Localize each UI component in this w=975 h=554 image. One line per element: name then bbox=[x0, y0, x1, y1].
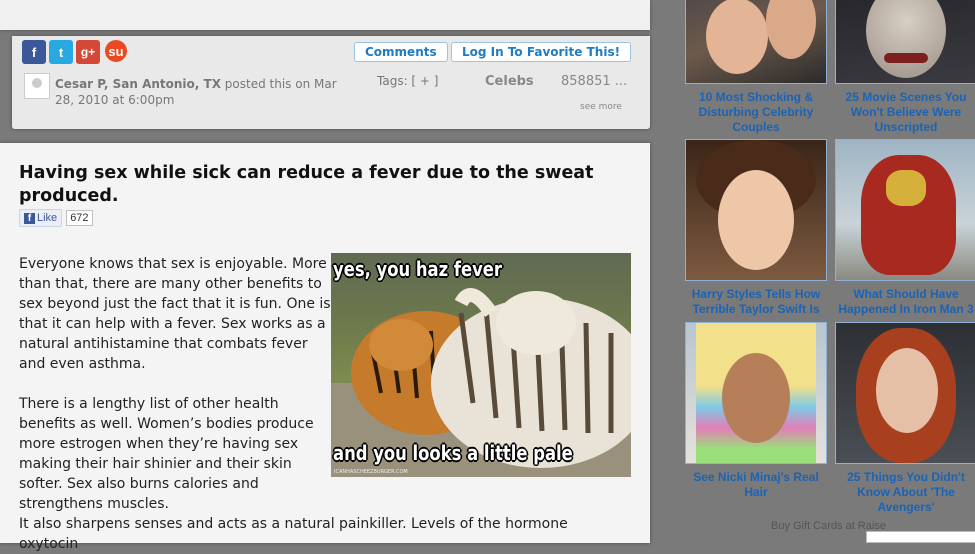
tile-caption[interactable]: See Nicki Minaj's Real Hair bbox=[685, 470, 827, 500]
category-link[interactable]: Celebs bbox=[485, 74, 534, 89]
face-shape bbox=[722, 353, 790, 443]
article-paragraph-1: Everyone knows that sex is enjoyable. Mo… bbox=[19, 256, 331, 372]
nicki-minaj-thumbnail[interactable] bbox=[685, 322, 827, 464]
mouth-shape bbox=[884, 53, 928, 63]
sidebar-tile-1[interactable]: 10 Most Shocking & Disturbing Celebrity … bbox=[685, 0, 827, 135]
article-paragraph-3: It also sharpens senses and acts as a na… bbox=[19, 516, 568, 552]
tile-caption[interactable]: 25 Things You Didn't Know About 'The Ave… bbox=[835, 470, 975, 515]
tile-caption[interactable]: 10 Most Shocking & Disturbing Celebrity … bbox=[685, 90, 827, 135]
meme-watermark: ICANHASCHEEZBURGER.COM bbox=[334, 469, 408, 475]
like-label: Like bbox=[37, 212, 58, 224]
stumbleupon-share-icon[interactable]: su bbox=[105, 40, 127, 62]
corner-widget[interactable] bbox=[866, 531, 975, 543]
like-button[interactable]: f Like bbox=[19, 209, 63, 227]
comments-button[interactable]: Comments bbox=[354, 42, 448, 62]
sidebar-tile-2[interactable]: 25 Movie Scenes You Won't Believe Were U… bbox=[835, 0, 975, 135]
facebook-like-widget: f Like 672 bbox=[19, 209, 93, 227]
meme-bottom-caption: and you looks a little pale bbox=[333, 441, 573, 465]
article-title: Having sex while sick can reduce a fever… bbox=[19, 163, 594, 206]
see-more-link[interactable]: see more bbox=[580, 102, 622, 112]
face-shape bbox=[876, 348, 938, 433]
joker-thumbnail[interactable] bbox=[835, 0, 975, 84]
facebook-share-icon[interactable]: f bbox=[22, 40, 46, 64]
sidebar-tile-5[interactable]: See Nicki Minaj's Real Hair bbox=[685, 322, 827, 500]
article-paragraph-2: There is a lengthy list of other health … bbox=[19, 396, 314, 512]
facebook-icon: f bbox=[24, 212, 35, 224]
tile-caption[interactable]: 25 Movie Scenes You Won't Believe Were U… bbox=[835, 90, 975, 135]
tile-caption[interactable]: Harry Styles Tells How Terrible Taylor S… bbox=[685, 287, 827, 317]
iron-man-thumbnail[interactable] bbox=[835, 139, 975, 281]
share-bar: f t g+ su bbox=[22, 40, 127, 64]
celebrity-couple-thumbnail[interactable] bbox=[685, 0, 827, 84]
helmet-shape bbox=[886, 170, 926, 206]
favorite-button[interactable]: Log In To Favorite This! bbox=[451, 42, 632, 62]
poster-name[interactable]: Cesar P, San Antonio, TX bbox=[55, 77, 221, 91]
face-shape bbox=[766, 0, 816, 59]
tiger-meme-image: yes, you haz fever and you looks a littl… bbox=[331, 253, 631, 477]
like-count: 672 bbox=[66, 210, 93, 226]
previous-post-card bbox=[0, 0, 650, 30]
sidebar-tile-6[interactable]: 25 Things You Didn't Know About 'The Ave… bbox=[835, 322, 975, 515]
avatar[interactable] bbox=[24, 73, 50, 99]
googleplus-share-icon[interactable]: g+ bbox=[76, 40, 100, 64]
face-shape bbox=[706, 0, 768, 74]
post-meta-card: f t g+ su Comments Log In To Favorite Th… bbox=[12, 36, 650, 129]
tags-toggle[interactable]: Tags: [ + ] bbox=[377, 74, 438, 88]
tile-caption[interactable]: What Should Have Happened In Iron Man 3 bbox=[835, 287, 975, 317]
face-shape bbox=[866, 0, 946, 78]
view-count: 858851 ... bbox=[561, 74, 628, 89]
poster-info: Cesar P, San Antonio, TX posted this on … bbox=[55, 76, 345, 108]
harry-styles-thumbnail[interactable] bbox=[685, 139, 827, 281]
twitter-share-icon[interactable]: t bbox=[49, 40, 73, 64]
sidebar-tile-4[interactable]: What Should Have Happened In Iron Man 3 bbox=[835, 139, 975, 317]
face-shape bbox=[718, 170, 794, 270]
sidebar-tile-3[interactable]: Harry Styles Tells How Terrible Taylor S… bbox=[685, 139, 827, 317]
avengers-thumbnail[interactable] bbox=[835, 322, 975, 464]
meme-top-caption: yes, you haz fever bbox=[333, 257, 503, 281]
article-card: Having sex while sick can reduce a fever… bbox=[0, 143, 650, 552]
